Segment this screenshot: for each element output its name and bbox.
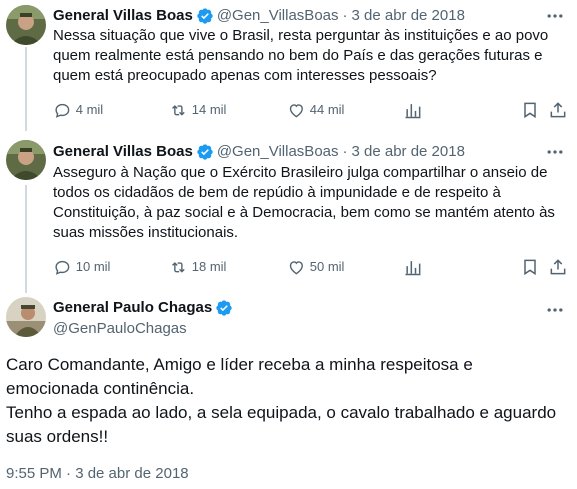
bookmark-icon[interactable] <box>520 100 540 120</box>
author-name[interactable]: General Villas Boas <box>53 6 193 26</box>
author-handle[interactable]: @Gen_VillasBoas <box>217 142 339 162</box>
reply-count: 10 mil <box>75 259 111 274</box>
thread-tweet-1[interactable]: General Villas Boas @Gen_VillasBoas · 3 … <box>0 0 577 135</box>
like-icon <box>289 103 303 118</box>
author-name[interactable]: General Villas Boas <box>53 142 193 162</box>
reply-button[interactable]: 10 mil <box>53 257 110 277</box>
like-count: 44 mil <box>309 102 345 117</box>
verified-badge-icon <box>197 8 213 24</box>
bookmark-icon[interactable] <box>520 257 540 277</box>
tweet-timestamp[interactable]: 9:55 PM · 3 de abr de 2018 <box>6 464 189 484</box>
verified-badge-icon <box>216 300 232 316</box>
tweet-date[interactable]: 3 de abr de 2018 <box>352 6 465 26</box>
tweet-actions: 4 mil 14 mil 44 mil <box>53 100 568 120</box>
avatar-paulo-chagas[interactable] <box>6 297 46 337</box>
main-author-row: General Paulo Chagas <box>53 298 236 318</box>
separator-dot: · <box>342 143 348 160</box>
avatar-villas-boas[interactable] <box>6 140 46 180</box>
author-handle[interactable]: @Gen_VillasBoas <box>217 6 339 26</box>
main-tweet-text-2: Tenho a espada ao lado, a sela equipada,… <box>6 403 557 446</box>
author-handle[interactable]: @GenPauloChagas <box>53 319 187 339</box>
retweet-button[interactable]: 18 mil <box>169 257 226 277</box>
tweet-text: Nessa situação que vive o Brasil, resta … <box>53 27 549 84</box>
reply-button[interactable]: 4 mil <box>53 100 103 120</box>
like-button[interactable]: 50 mil <box>287 257 344 277</box>
thread-tweet-2[interactable]: General Villas Boas @Gen_VillasBoas · 3 … <box>0 135 577 292</box>
separator-dot: · <box>342 7 348 24</box>
more-icon[interactable] <box>545 300 565 320</box>
analytics-icon[interactable] <box>403 257 423 277</box>
reply-icon <box>55 260 70 275</box>
tweet-actions: 10 mil 18 mil 50 mil <box>53 257 568 277</box>
share-icon[interactable] <box>548 100 568 120</box>
like-icon <box>289 260 303 275</box>
more-icon[interactable] <box>545 142 565 162</box>
retweet-icon <box>172 104 185 116</box>
main-tweet: General Paulo Chagas @GenPauloChagas Car… <box>0 292 577 489</box>
retweet-count: 18 mil <box>191 259 227 274</box>
tweet-header: General Villas Boas @Gen_VillasBoas · 3 … <box>53 6 465 26</box>
retweet-icon <box>172 261 185 273</box>
tweet-header: General Villas Boas @Gen_VillasBoas · 3 … <box>53 142 465 162</box>
reply-icon <box>55 103 70 118</box>
reply-count: 4 mil <box>75 102 104 117</box>
analytics-icon[interactable] <box>403 100 423 120</box>
retweet-count: 14 mil <box>191 102 227 117</box>
verified-badge-icon <box>197 144 213 160</box>
avatar-villas-boas[interactable] <box>6 5 46 45</box>
author-name[interactable]: General Paulo Chagas <box>53 298 212 318</box>
share-icon[interactable] <box>548 257 568 277</box>
like-button[interactable]: 44 mil <box>287 100 344 120</box>
main-tweet-text-1: Caro Comandante, Amigo e líder receba a … <box>6 355 473 398</box>
tweet-text: Asseguro à Nação que o Exército Brasilei… <box>53 164 555 241</box>
retweet-button[interactable]: 14 mil <box>169 100 226 120</box>
like-count: 50 mil <box>309 259 345 274</box>
tweet-date[interactable]: 3 de abr de 2018 <box>352 142 465 162</box>
more-icon[interactable] <box>545 6 565 26</box>
